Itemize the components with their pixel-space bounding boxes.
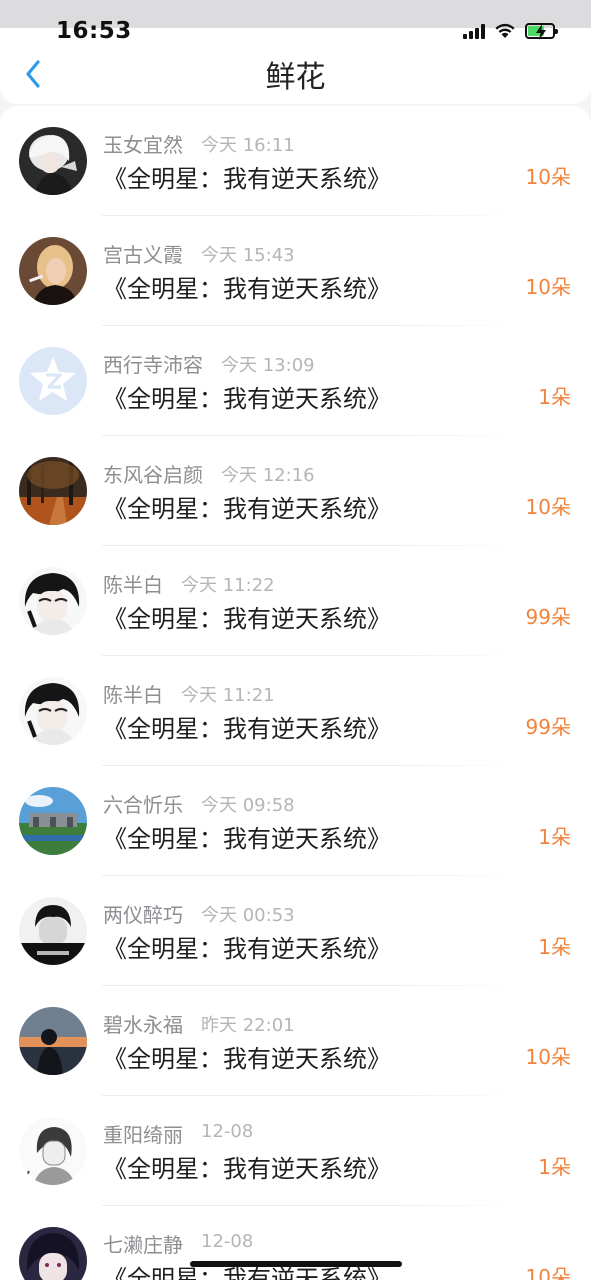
timestamp: 昨天 22:01 [201, 1015, 295, 1036]
avatar[interactable] [19, 457, 87, 525]
timestamp: 今天 16:11 [201, 135, 295, 156]
list-item[interactable]: 重阳绮丽 12-08 《全明星：我有逆天系统》 1朵 [0, 1096, 591, 1206]
flower-count: 10朵 [525, 1265, 571, 1280]
list-item[interactable]: 西行寺沛容 今天 13:09 《全明星：我有逆天系统》 1朵 [0, 326, 591, 436]
book-title: 《全明星：我有逆天系统》 [103, 715, 391, 743]
timestamp: 今天 15:43 [201, 245, 295, 266]
sender-name: 玉女宜然 [103, 133, 183, 157]
flower-count: 1朵 [538, 1155, 571, 1179]
avatar[interactable] [19, 347, 87, 415]
sender-name: 西行寺沛容 [103, 353, 203, 377]
sender-name: 两仪醉巧 [103, 903, 183, 927]
sender-name: 六合忻乐 [103, 793, 183, 817]
sender-name: 陈半白 [103, 683, 163, 707]
book-title: 《全明星：我有逆天系统》 [103, 825, 391, 853]
book-title: 《全明星：我有逆天系统》 [103, 165, 391, 193]
status-time: 16:53 [56, 18, 132, 44]
list-item[interactable]: 东风谷启颜 今天 12:16 《全明星：我有逆天系统》 10朵 [0, 436, 591, 546]
sender-name: 陈半白 [103, 573, 163, 597]
flower-record-list[interactable]: 玉女宜然 今天 16:11 《全明星：我有逆天系统》 10朵 宫古义霞 今天 15:43 《… [0, 106, 591, 1280]
list-item[interactable]: 陈半白 今天 11:22 《全明星：我有逆天系统》 99朵 [0, 546, 591, 656]
flower-count: 99朵 [525, 605, 571, 629]
flower-count: 10朵 [525, 495, 571, 519]
timestamp: 今天 09:58 [201, 795, 295, 816]
sender-name: 七濑庄静 [103, 1233, 183, 1257]
avatar[interactable] [19, 1007, 87, 1075]
cellular-signal-icon [463, 23, 485, 39]
flower-count: 99朵 [525, 715, 571, 739]
flower-count: 1朵 [538, 385, 571, 409]
battery-charging-icon [525, 22, 558, 40]
avatar[interactable] [19, 1227, 87, 1280]
book-title: 《全明星：我有逆天系统》 [103, 275, 391, 303]
list-item[interactable]: 陈半白 今天 11:21 《全明星：我有逆天系统》 99朵 [0, 656, 591, 766]
flowers-page: 16:53 鲜花 玉女宜然 今天 16:11 《全明星：我有逆天系统》 10朵 … [0, 0, 591, 1280]
timestamp: 今天 13:09 [221, 355, 315, 376]
book-title: 《全明星：我有逆天系统》 [103, 935, 391, 963]
avatar[interactable] [19, 787, 87, 855]
home-indicator[interactable] [190, 1261, 402, 1267]
book-title: 《全明星：我有逆天系统》 [103, 385, 391, 413]
flower-count: 10朵 [525, 1045, 571, 1069]
avatar[interactable] [19, 237, 87, 305]
book-title: 《全明星：我有逆天系统》 [103, 1045, 391, 1073]
status-icons [463, 22, 558, 40]
timestamp: 今天 00:53 [201, 905, 295, 926]
wifi-icon [495, 23, 515, 38]
avatar[interactable] [19, 677, 87, 745]
page-title: 鲜花 [265, 60, 326, 95]
list-item[interactable]: 玉女宜然 今天 16:11 《全明星：我有逆天系统》 10朵 [0, 106, 591, 216]
book-title: 《全明星：我有逆天系统》 [103, 1155, 391, 1183]
sender-name: 碧水永福 [103, 1013, 183, 1037]
flower-count: 1朵 [538, 825, 571, 849]
avatar[interactable] [19, 127, 87, 195]
sender-name: 宫古义霞 [103, 243, 183, 267]
flower-count: 1朵 [538, 935, 571, 959]
timestamp: 12-08 [201, 1121, 254, 1142]
sender-name: 东风谷启颜 [103, 463, 203, 487]
book-title: 《全明星：我有逆天系统》 [103, 495, 391, 523]
list-item[interactable]: 六合忻乐 今天 09:58 《全明星：我有逆天系统》 1朵 [0, 766, 591, 876]
avatar[interactable] [19, 897, 87, 965]
sender-name: 重阳绮丽 [103, 1123, 183, 1147]
status-bar: 16:53 [0, 0, 591, 50]
timestamp: 今天 11:22 [181, 575, 275, 596]
flower-count: 10朵 [525, 165, 571, 189]
book-title: 《全明星：我有逆天系统》 [103, 605, 391, 633]
list-item[interactable]: 七濑庄静 12-08 《全明星：我有逆天系统》 10朵 [0, 1206, 591, 1280]
timestamp: 今天 11:21 [181, 685, 275, 706]
list-item[interactable]: 宫古义霞 今天 15:43 《全明星：我有逆天系统》 10朵 [0, 216, 591, 326]
list-item[interactable]: 两仪醉巧 今天 00:53 《全明星：我有逆天系统》 1朵 [0, 876, 591, 986]
list-item[interactable]: 碧水永福 昨天 22:01 《全明星：我有逆天系统》 10朵 [0, 986, 591, 1096]
timestamp: 今天 12:16 [221, 465, 315, 486]
flower-count: 10朵 [525, 275, 571, 299]
timestamp: 12-08 [201, 1231, 254, 1252]
avatar[interactable] [19, 567, 87, 635]
avatar[interactable] [19, 1117, 87, 1185]
